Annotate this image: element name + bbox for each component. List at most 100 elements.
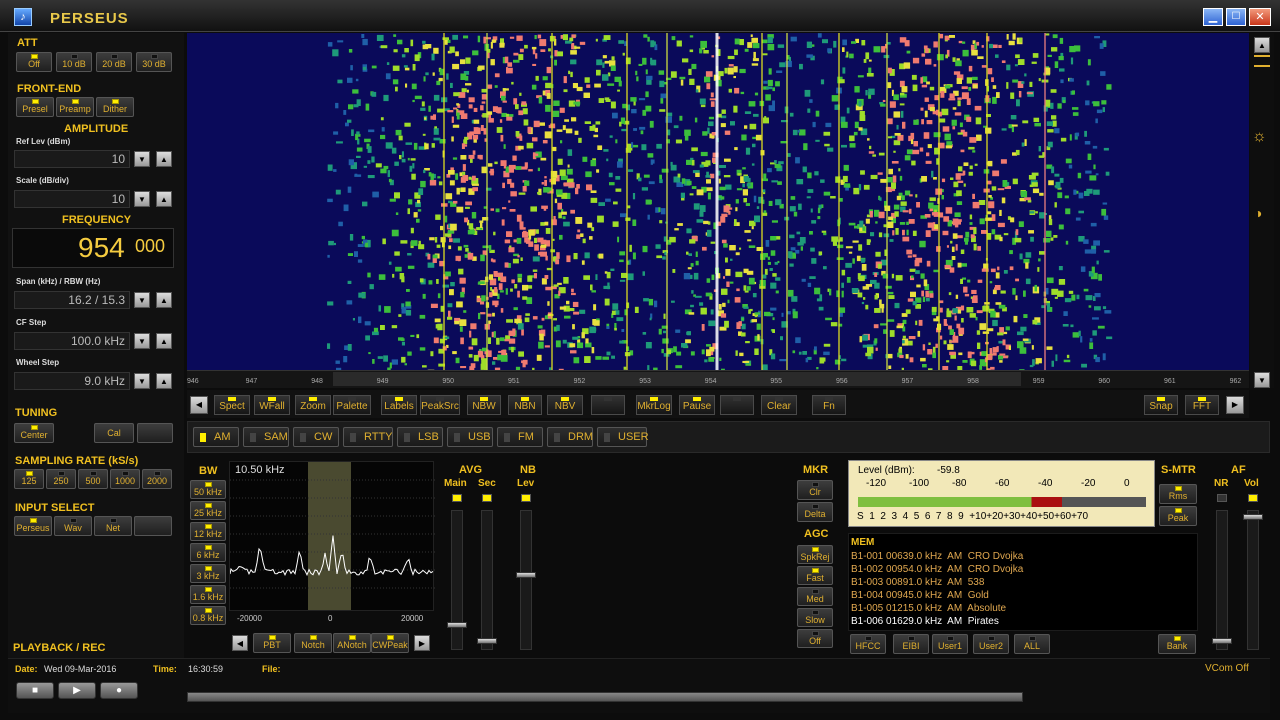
tuning-blank-button[interactable] — [137, 423, 173, 443]
nb-level-slider[interactable] — [520, 510, 532, 650]
agc-med-button[interactable]: Med — [797, 587, 833, 606]
avg-main-slider[interactable] — [451, 510, 463, 650]
toolbar-peaksrc-button[interactable]: PeakSrc — [420, 395, 460, 415]
menu-lines-icon[interactable] — [1254, 55, 1270, 67]
toolbar-blank-button[interactable] — [720, 395, 754, 415]
sampling-2000-button[interactable]: 2000 — [142, 469, 172, 489]
span-field[interactable]: 16.2 / 15.3 — [14, 291, 130, 309]
mode-am-button[interactable]: AM — [193, 427, 239, 447]
nr-knob[interactable] — [1212, 638, 1232, 644]
toolbar-palette-button[interactable]: Palette — [333, 395, 371, 415]
bw-6-khz-button[interactable]: 6 kHz — [190, 543, 226, 562]
vol-slider[interactable] — [1247, 510, 1259, 650]
bw-3-khz-button[interactable]: 3 kHz — [190, 564, 226, 583]
wheel-step-up-button[interactable]: ▲ — [156, 373, 172, 389]
input-perseus-button[interactable]: Perseus — [14, 516, 52, 536]
memory-row[interactable]: B1-004 00945.0 kHz AM Gold — [851, 589, 1023, 602]
bw-50-khz-button[interactable]: 50 kHz — [190, 480, 226, 499]
mem-hfcc-button[interactable]: HFCC — [850, 634, 886, 654]
ref-level-down-button[interactable]: ▼ — [134, 151, 150, 167]
memory-row[interactable]: B1-002 00954.0 kHz AM CRO Dvojka — [851, 563, 1023, 576]
span-up-button[interactable]: ▲ — [156, 292, 172, 308]
toolbar-nbv-button[interactable]: NBV — [547, 395, 583, 415]
minimize-button[interactable]: ▁ — [1203, 8, 1223, 26]
avg-sec-led[interactable] — [482, 494, 492, 502]
att-10-db-button[interactable]: 10 dB — [56, 52, 92, 72]
ref-level-field[interactable]: 10 — [14, 150, 130, 168]
scale-down-button[interactable]: ▼ — [134, 191, 150, 207]
mode-sam-button[interactable]: SAM — [243, 427, 289, 447]
input-blank-button[interactable] — [134, 516, 172, 536]
toolbar-left-arrow[interactable]: ◀ — [190, 396, 208, 414]
att-off-button[interactable]: Off — [16, 52, 52, 72]
mode-fm-button[interactable]: FM — [497, 427, 543, 447]
filter-pbt-button[interactable]: PBT — [253, 633, 291, 653]
vol-led[interactable] — [1248, 494, 1258, 502]
memory-row[interactable]: B1-006 01629.0 kHz AM Pirates — [851, 615, 1023, 628]
mem-bank-button[interactable]: Bank — [1158, 634, 1196, 654]
filter-right-arrow[interactable]: ▶ — [414, 635, 430, 651]
toolbar-right-arrow[interactable]: ▶ — [1226, 396, 1244, 414]
mode-drm-button[interactable]: DRM — [547, 427, 593, 447]
memory-row[interactable]: B1-003 00891.0 kHz AM 538 — [851, 576, 1023, 589]
avg-sec-knob[interactable] — [477, 638, 497, 644]
sampling-250-button[interactable]: 250 — [46, 469, 76, 489]
memory-row[interactable]: B1-005 01215.0 kHz AM Absolute — [851, 602, 1023, 615]
mode-cw-button[interactable]: CW — [293, 427, 339, 447]
agc-off-button[interactable]: Off — [797, 629, 833, 648]
agc-fast-button[interactable]: Fast — [797, 566, 833, 585]
record-button[interactable]: ● — [100, 682, 138, 699]
bw-12-khz-button[interactable]: 12 kHz — [190, 522, 226, 541]
smtr-peak-button[interactable]: Peak — [1159, 506, 1197, 526]
span-down-button[interactable]: ▼ — [134, 292, 150, 308]
mode-user-button[interactable]: USER — [597, 427, 649, 447]
play-button[interactable]: ▶ — [58, 682, 96, 699]
contrast-icon[interactable]: ◑ — [1254, 205, 1262, 221]
wheel-step-down-button[interactable]: ▼ — [134, 373, 150, 389]
toolbar-zoom-button[interactable]: Zoom — [295, 395, 331, 415]
wheel-step-field[interactable]: 9.0 kHz — [14, 372, 130, 390]
agc-slow-button[interactable]: Slow — [797, 608, 833, 627]
bw-1-6-khz-button[interactable]: 1.6 kHz — [190, 585, 226, 604]
mode-rtty-button[interactable]: RTTY — [343, 427, 393, 447]
nb-level-knob[interactable] — [516, 572, 536, 578]
att-20-db-button[interactable]: 20 dB — [96, 52, 132, 72]
scroll-down-button[interactable]: ▼ — [1254, 372, 1270, 388]
frontend-presel-button[interactable]: Presel — [16, 97, 54, 117]
vol-knob[interactable] — [1243, 514, 1263, 520]
ref-level-up-button[interactable]: ▲ — [156, 151, 172, 167]
toolbar-fft-button[interactable]: FFT — [1185, 395, 1219, 415]
bw-0-8-khz-button[interactable]: 0.8 kHz — [190, 606, 226, 625]
toolbar-mkrlog-button[interactable]: MkrLog — [636, 395, 672, 415]
filter-display[interactable] — [229, 461, 435, 611]
stop-button[interactable]: ■ — [16, 682, 54, 699]
mem-user2-button[interactable]: User2 — [973, 634, 1009, 654]
avg-main-led[interactable] — [452, 494, 462, 502]
nr-led[interactable] — [1217, 494, 1227, 502]
filter-notch-button[interactable]: Notch — [294, 633, 332, 653]
toolbar-snap-button[interactable]: Snap — [1144, 395, 1178, 415]
cf-step-field[interactable]: 100.0 kHz — [14, 332, 130, 350]
mem-user1-button[interactable]: User1 — [932, 634, 968, 654]
input-net-button[interactable]: Net — [94, 516, 132, 536]
bw-25-khz-button[interactable]: 25 kHz — [190, 501, 226, 520]
avg-main-knob[interactable] — [447, 622, 467, 628]
maximize-button[interactable]: ☐ — [1226, 8, 1246, 26]
frontend-preamp-button[interactable]: Preamp — [56, 97, 94, 117]
input-wav-button[interactable]: Wav — [54, 516, 92, 536]
sampling-125-button[interactable]: 125 — [14, 469, 44, 489]
toolbar-fn-button[interactable]: Fn — [812, 395, 846, 415]
agc-spkrej-button[interactable]: SpkRej — [797, 545, 833, 564]
toolbar-nbw-button[interactable]: NBW — [467, 395, 501, 415]
frontend-dither-button[interactable]: Dither — [96, 97, 134, 117]
scroll-up-button[interactable]: ▲ — [1254, 37, 1270, 53]
mkr-clr-button[interactable]: Clr — [797, 480, 833, 500]
cf-step-up-button[interactable]: ▲ — [156, 333, 172, 349]
filter-anotch-button[interactable]: ANotch — [333, 633, 371, 653]
mkr-delta-button[interactable]: Delta — [797, 502, 833, 522]
sampling-1000-button[interactable]: 1000 — [110, 469, 140, 489]
nb-led[interactable] — [521, 494, 531, 502]
close-button[interactable]: ✕ — [1249, 8, 1271, 26]
playback-progress[interactable] — [187, 692, 1023, 702]
cf-step-down-button[interactable]: ▼ — [134, 333, 150, 349]
